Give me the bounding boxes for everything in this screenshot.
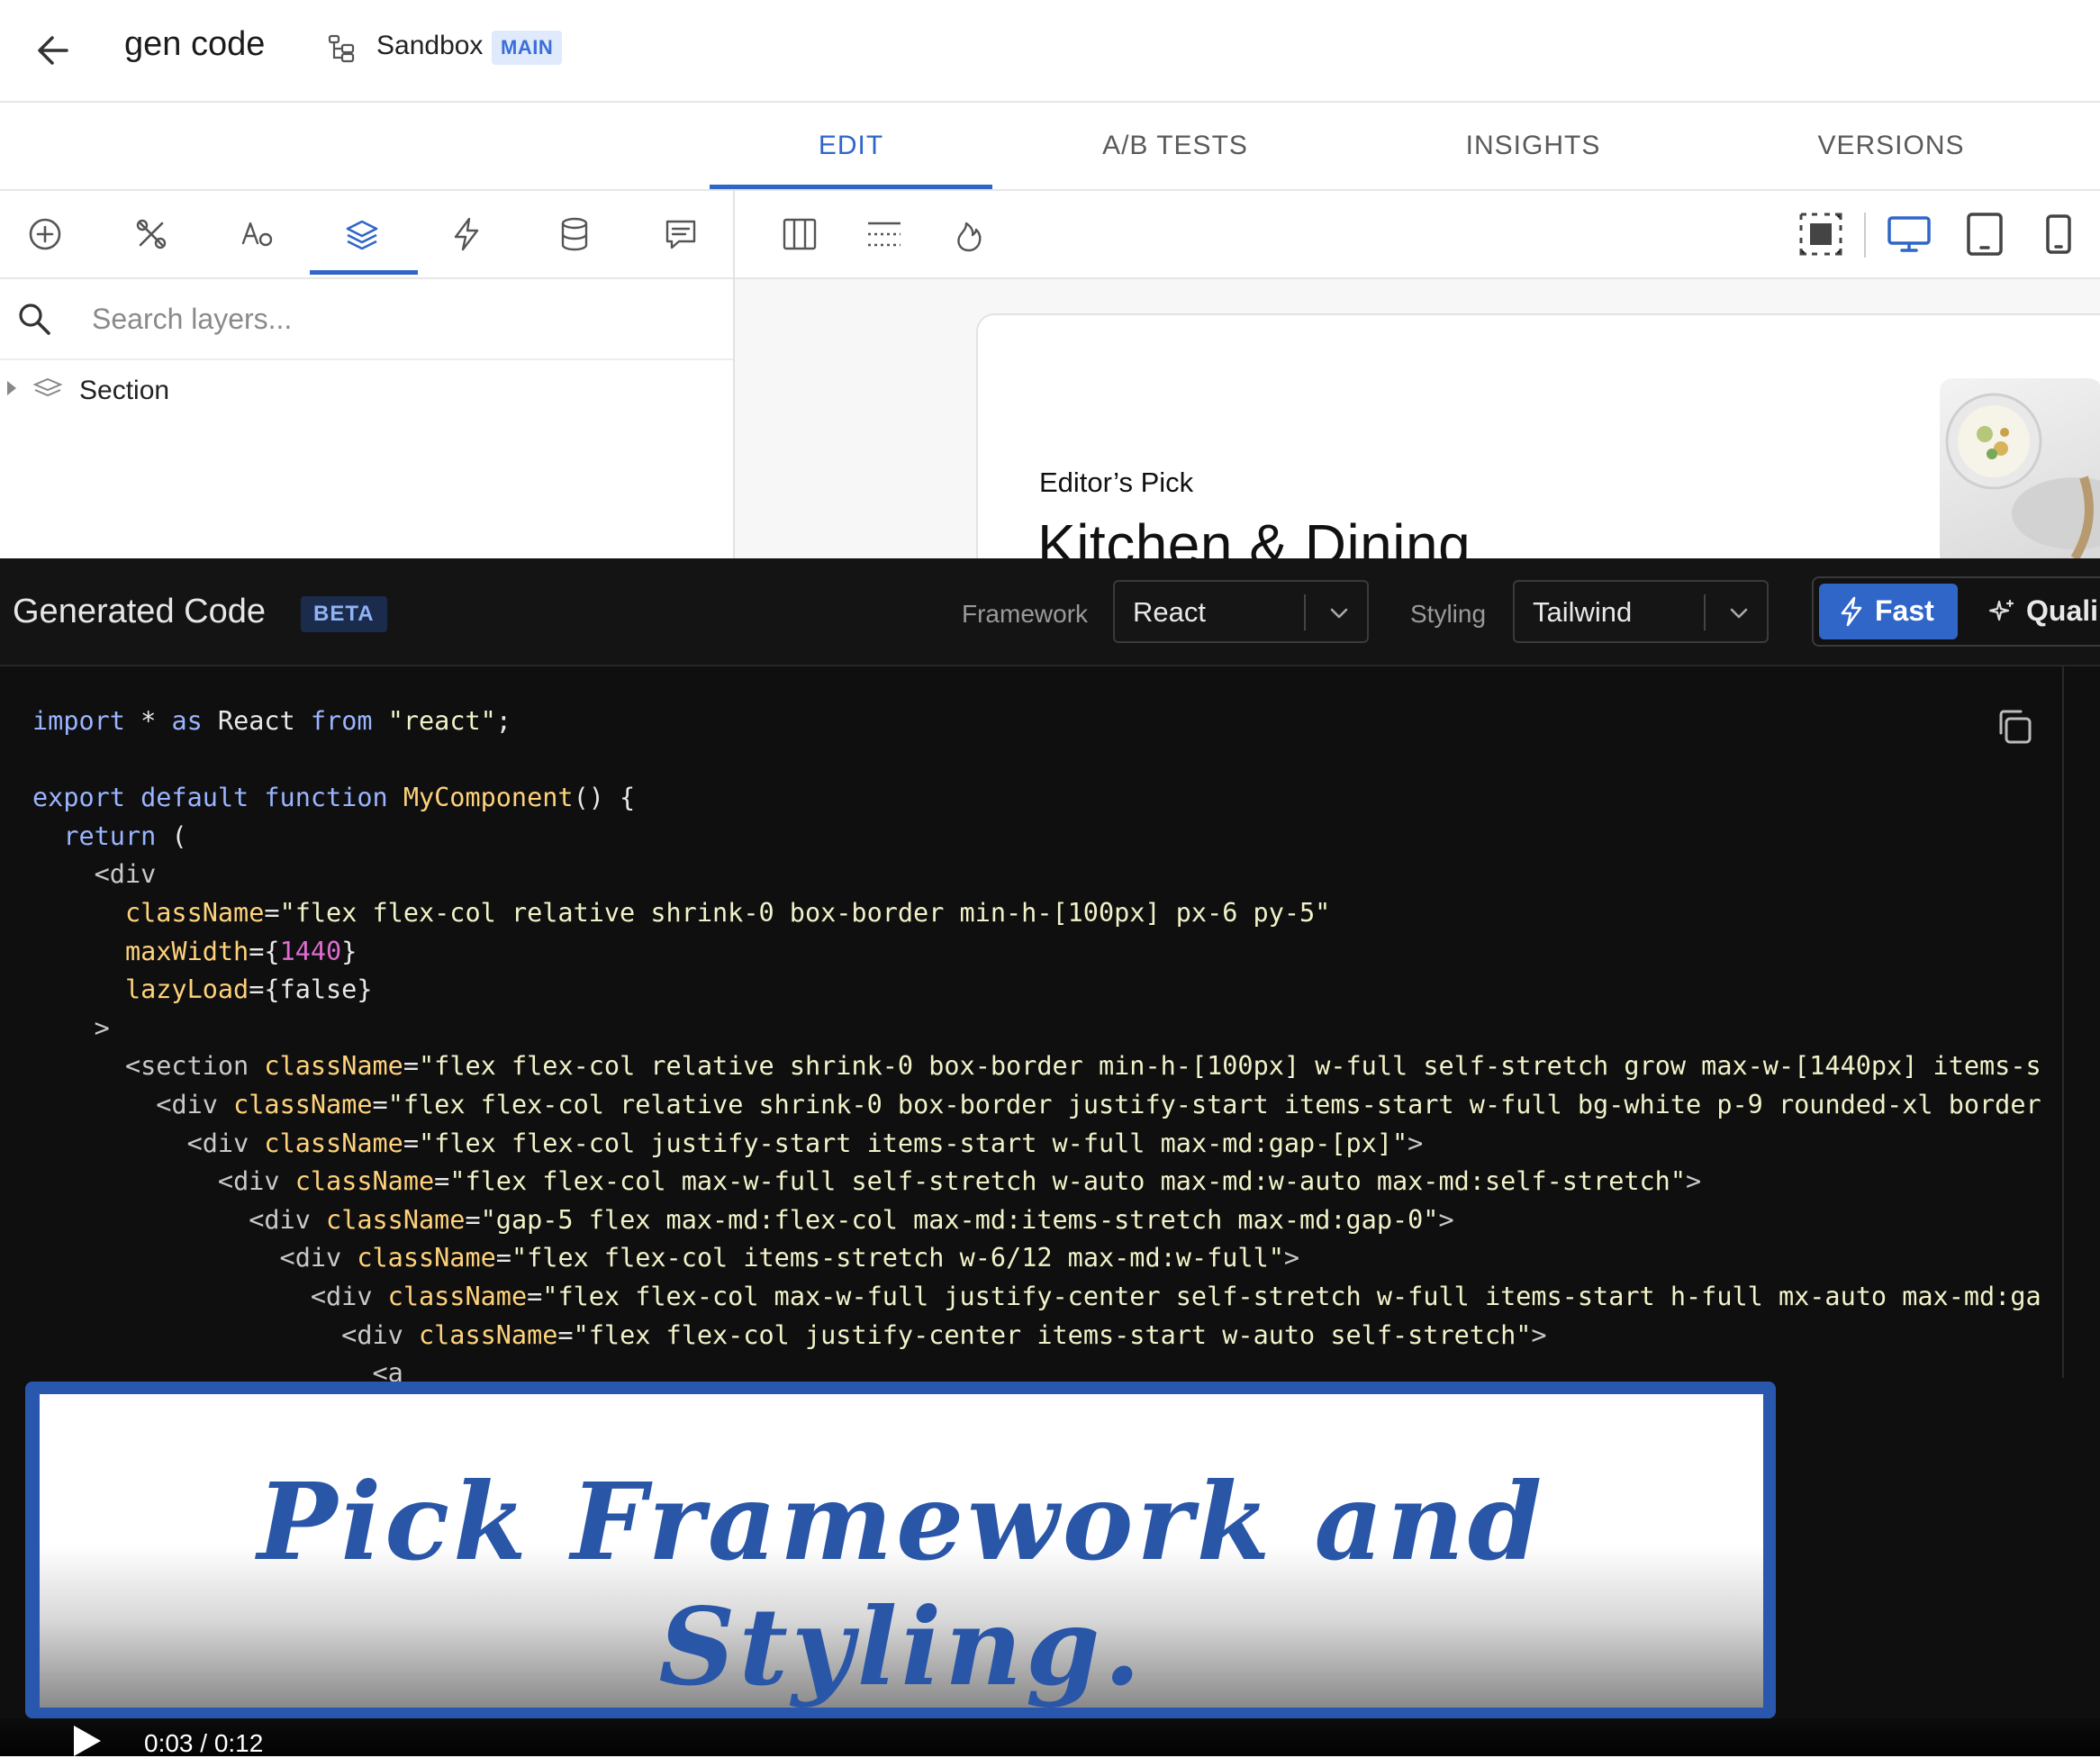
styling-label: Styling bbox=[1410, 600, 1487, 628]
search-icon bbox=[19, 304, 50, 335]
code-panel-title: Generated Code bbox=[13, 593, 266, 630]
project-title: gen code bbox=[124, 25, 266, 63]
caption-text: Pick Framework and Styling. bbox=[257, 1459, 1546, 1709]
columns-icon[interactable] bbox=[774, 209, 825, 259]
dotted-lines-icon[interactable] bbox=[859, 209, 910, 259]
tools-icon[interactable] bbox=[126, 209, 177, 259]
tab-edit[interactable]: EDIT bbox=[710, 103, 992, 189]
layers-icon[interactable] bbox=[337, 209, 387, 259]
expand-caret-icon[interactable] bbox=[7, 381, 16, 395]
add-circle-icon[interactable] bbox=[20, 209, 70, 259]
layer-item[interactable]: Section bbox=[0, 365, 733, 419]
layer-search-row bbox=[0, 279, 733, 360]
tab-insights[interactable]: INSIGHTS bbox=[1405, 103, 1661, 189]
branch-badge: MAIN bbox=[492, 31, 563, 65]
video-controls bbox=[0, 1718, 2100, 1756]
select-separator bbox=[1304, 594, 1306, 630]
preview-image bbox=[1940, 378, 2100, 567]
layer-label: Section bbox=[79, 376, 170, 405]
tab-bar: EDIT A/B TESTS INSIGHTS VERSIONS bbox=[0, 103, 2100, 191]
desktop-icon[interactable] bbox=[1884, 209, 1934, 259]
top-bar bbox=[0, 0, 2100, 103]
chevron-down-icon bbox=[1730, 608, 1748, 619]
lightning-icon[interactable] bbox=[441, 209, 492, 259]
section-layer-icon bbox=[32, 377, 63, 397]
play-icon[interactable] bbox=[74, 1726, 101, 1756]
fast-mode-button[interactable]: Fast bbox=[1819, 584, 1958, 639]
tab-versions[interactable]: VERSIONS bbox=[1765, 103, 2017, 189]
framework-value: React bbox=[1133, 596, 1206, 628]
select-separator bbox=[1704, 594, 1706, 630]
fast-mode-label: Fast bbox=[1875, 594, 1934, 627]
flame-icon[interactable] bbox=[944, 209, 994, 259]
video-time: 0:03 / 0:12 bbox=[144, 1729, 264, 1757]
styling-value: Tailwind bbox=[1533, 596, 1633, 628]
typography-icon[interactable] bbox=[232, 209, 283, 259]
quality-mode-button[interactable]: Quali bbox=[1985, 584, 2100, 639]
sparkle-icon bbox=[1988, 599, 2014, 621]
select-frame-icon[interactable] bbox=[1796, 209, 1846, 259]
tablet-icon[interactable] bbox=[1960, 209, 2010, 259]
tab-ab-tests[interactable]: A/B TESTS bbox=[1036, 103, 1315, 189]
branch-name[interactable]: Sandbox bbox=[376, 31, 483, 61]
preview-eyebrow: Editor’s Pick bbox=[1039, 467, 1194, 498]
chevron-down-icon bbox=[1330, 608, 1348, 619]
lightning-icon bbox=[1841, 596, 1862, 627]
toolbar bbox=[0, 191, 2100, 279]
code-block[interactable]: import * as React from "react"; export d… bbox=[32, 702, 2041, 1387]
beta-badge: BETA bbox=[301, 596, 387, 632]
framework-select[interactable]: React bbox=[1113, 580, 1369, 643]
comment-icon[interactable] bbox=[656, 209, 706, 259]
styling-select[interactable]: Tailwind bbox=[1513, 580, 1769, 643]
mobile-icon[interactable] bbox=[2033, 209, 2084, 259]
layer-search-input[interactable] bbox=[90, 295, 715, 342]
branch-icon bbox=[328, 34, 355, 63]
quality-mode-label: Quali bbox=[2026, 594, 2099, 627]
framework-label: Framework bbox=[962, 600, 1089, 628]
back-arrow-icon[interactable] bbox=[31, 27, 77, 74]
code-scrollbar[interactable] bbox=[2062, 666, 2064, 1378]
toolbar-separator bbox=[1864, 213, 1866, 258]
active-tool-indicator bbox=[310, 270, 418, 275]
database-icon[interactable] bbox=[549, 209, 600, 259]
